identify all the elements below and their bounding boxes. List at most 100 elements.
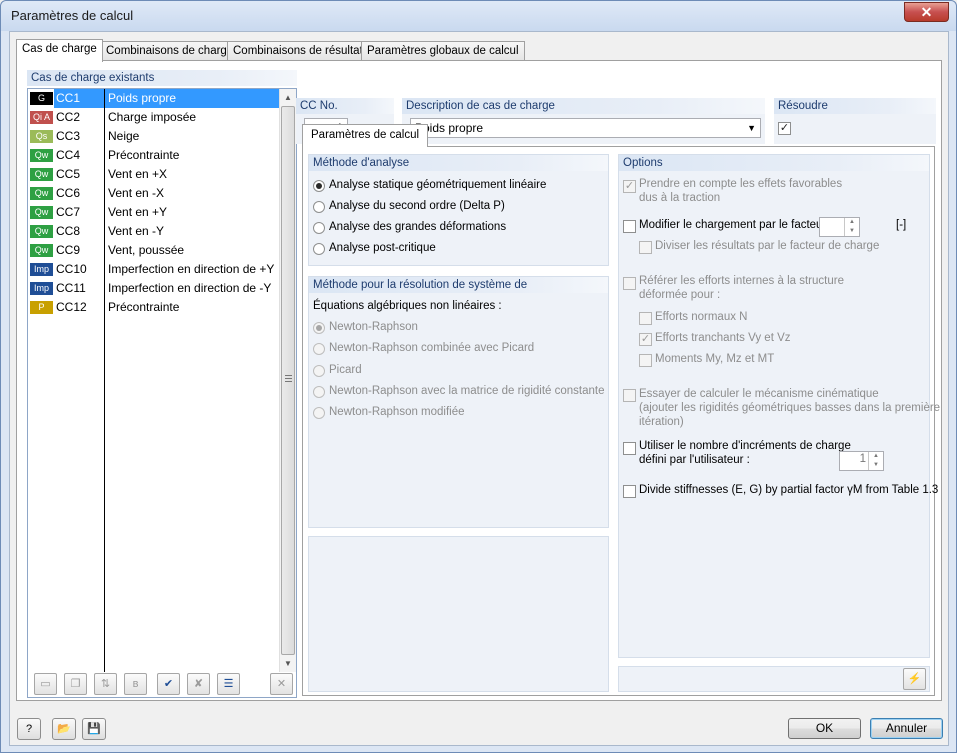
load-case-id: CC9 [56,243,81,257]
analysis-method-group: Méthode d'analyse Analyse statique géomé… [308,154,609,266]
list-item[interactable]: Qw CC7 Vent en +Y [28,203,280,222]
solver-method-header: Méthode pour la résolution de système de [309,277,608,293]
description-select[interactable]: Poids propre ▼ [410,118,761,138]
tab-combinaisons-de-resultats[interactable]: Combinaisons de résultats [227,41,375,61]
increments-input[interactable]: 1 ▲ ▼ [839,451,884,471]
tab-parametres-globaux[interactable]: Paramètres globaux de calcul [361,41,525,61]
modify-loading-checkbox[interactable] [623,220,636,233]
load-case-description: Vent, poussée [108,243,185,257]
mechanism-label-2: (ajouter les rigidités géométriques bass… [639,402,941,414]
radio-post-critical[interactable] [313,243,325,255]
radio-newton-raphson[interactable] [313,322,325,334]
refer-forces-label-1: Référer les efforts internes à la struct… [639,275,844,287]
divide-stiffness-checkbox[interactable] [623,485,636,498]
radio-newton-picard[interactable] [313,343,325,355]
radio-linear-static[interactable] [313,180,325,192]
mechanism-label-1: Essayer de calculer le mécanisme cinémat… [639,388,879,400]
new-load-case-button[interactable]: ▭ [34,673,57,695]
open-folder-icon[interactable]: 📂 [52,718,76,740]
normal-forces-checkbox[interactable] [639,312,652,325]
help-icon[interactable]: ? [17,718,41,740]
list-item[interactable]: Imp CC11 Imperfection en direction de -Y [28,279,280,298]
mechanism-checkbox[interactable] [623,389,636,402]
divide-results-checkbox[interactable] [639,241,652,254]
solver-method-group: Méthode pour la résolution de système de… [308,276,609,528]
favorable-effects-checkbox[interactable]: ✓ [623,180,636,193]
generate-button[interactable]: ʙ [124,673,147,695]
tab-cas-de-charge[interactable]: Cas de charge [16,39,103,62]
analysis-method-header: Méthode d'analyse [309,155,608,171]
tab-parametres-de-calcul[interactable]: Paramètres de calcul [302,124,429,147]
load-case-id: CC2 [56,110,81,124]
load-case-description: Vent en -X [108,186,165,200]
list-item[interactable]: P CC12 Précontrainte [28,298,280,317]
radio-modified-newton[interactable] [313,407,325,419]
refer-forces-checkbox[interactable] [623,277,636,290]
list-item[interactable]: Qw CC9 Vent, poussée [28,241,280,260]
radio-constant-stiffness[interactable] [313,386,325,398]
label-second-order: Analyse du second ordre (Delta P) [329,200,505,212]
list-item[interactable]: Qw CC8 Vent en -Y [28,222,280,241]
load-type-badge: Qw [30,225,53,238]
solve-checkbox[interactable]: ✓ [778,122,791,135]
copy-load-case-button[interactable]: ❐ [64,673,87,695]
load-type-badge: P [30,301,53,314]
list-item[interactable]: Qw CC5 Vent en +X [28,165,280,184]
load-case-description: Vent en +X [108,167,168,181]
calc-params-panel: Méthode d'analyse Analyse statique géomé… [302,146,940,696]
increments-checkbox[interactable] [623,442,636,455]
list-item[interactable]: Qw CC4 Précontrainte [28,146,280,165]
list-item[interactable]: Qi A CC2 Charge imposée [28,108,280,127]
increments-label-1: Utiliser le nombre d'incréments de charg… [639,440,851,452]
load-case-description: Vent en -Y [108,224,165,238]
modify-loading-unit: [-] [896,219,907,231]
radio-picard[interactable] [313,365,325,377]
favorable-effects-label-2: dus à la traction [639,192,721,204]
label-picard: Picard [329,364,362,376]
renumber-button[interactable]: ⇅ [94,673,117,695]
scroll-up-arrow-icon[interactable]: ▲ [280,89,296,106]
calc-settings-lightning-icon[interactable]: ⚡ [903,668,926,690]
refer-forces-label-2: déformée pour : [639,289,721,301]
shear-forces-label: Efforts tranchants Vy et Vz [655,332,791,344]
label-constant-stiffness: Newton-Raphson avec la matrice de rigidi… [329,385,605,397]
load-cases-header: Cas de charge existants [27,70,297,86]
divide-stiffness-label: Divide stiffnesses (E, G) by partial fac… [639,484,939,496]
load-type-badge: Qw [30,244,53,257]
label-modified-newton: Newton-Raphson modifiée [329,406,465,418]
cancel-button[interactable]: Annuler [870,718,943,739]
list-item[interactable]: G CC1 Poids propre [28,89,280,108]
modify-loading-label: Modifier le chargement par le facteur [639,219,827,231]
radio-second-order[interactable] [313,201,325,213]
spin-arrows-icon[interactable]: ▲ ▼ [868,452,883,470]
options-header: Options [619,155,929,171]
label-newton-raphson: Newton-Raphson [329,321,418,333]
invert-selection-button[interactable]: ☰ [217,673,240,695]
list-item[interactable]: Qs CC3 Neige [28,127,280,146]
load-case-id: CC3 [56,129,81,143]
scroll-thumb[interactable] [281,106,295,655]
radio-large-deformation[interactable] [313,222,325,234]
solve-box: Résoudre ✓ [774,98,936,144]
list-item[interactable]: Qw CC6 Vent en -X [28,184,280,203]
shear-forces-checkbox[interactable]: ✓ [639,333,652,346]
list-item[interactable]: Imp CC10 Imperfection en direction de +Y [28,260,280,279]
load-case-description: Imperfection en direction de +Y [108,262,275,276]
options-group: Options ✓ Prendre en compte les effets f… [618,154,940,658]
close-button[interactable]: ✕ [904,2,949,22]
spin-arrows-icon[interactable]: ▲ ▼ [844,218,859,236]
check-all-button[interactable]: ✔ [157,673,180,695]
load-case-description: Précontrainte [108,300,180,314]
list-scrollbar[interactable]: ▲ ▼ [279,89,296,672]
delete-button[interactable]: ✕ [270,673,293,695]
ok-button[interactable]: OK [788,718,861,739]
save-icon[interactable]: 💾 [82,718,106,740]
modify-loading-factor-input[interactable]: ▲ ▼ [819,217,860,237]
scroll-down-arrow-icon[interactable]: ▼ [280,655,296,672]
uncheck-all-button[interactable]: ✘ [187,673,210,695]
mechanism-label-3: itération) [639,416,684,428]
increments-label-2: défini par l'utilisateur : [639,454,750,466]
tab-combinaisons-de-charge[interactable]: Combinaisons de charge [100,41,240,61]
moments-checkbox[interactable] [639,354,652,367]
load-type-badge: Qw [30,149,53,162]
